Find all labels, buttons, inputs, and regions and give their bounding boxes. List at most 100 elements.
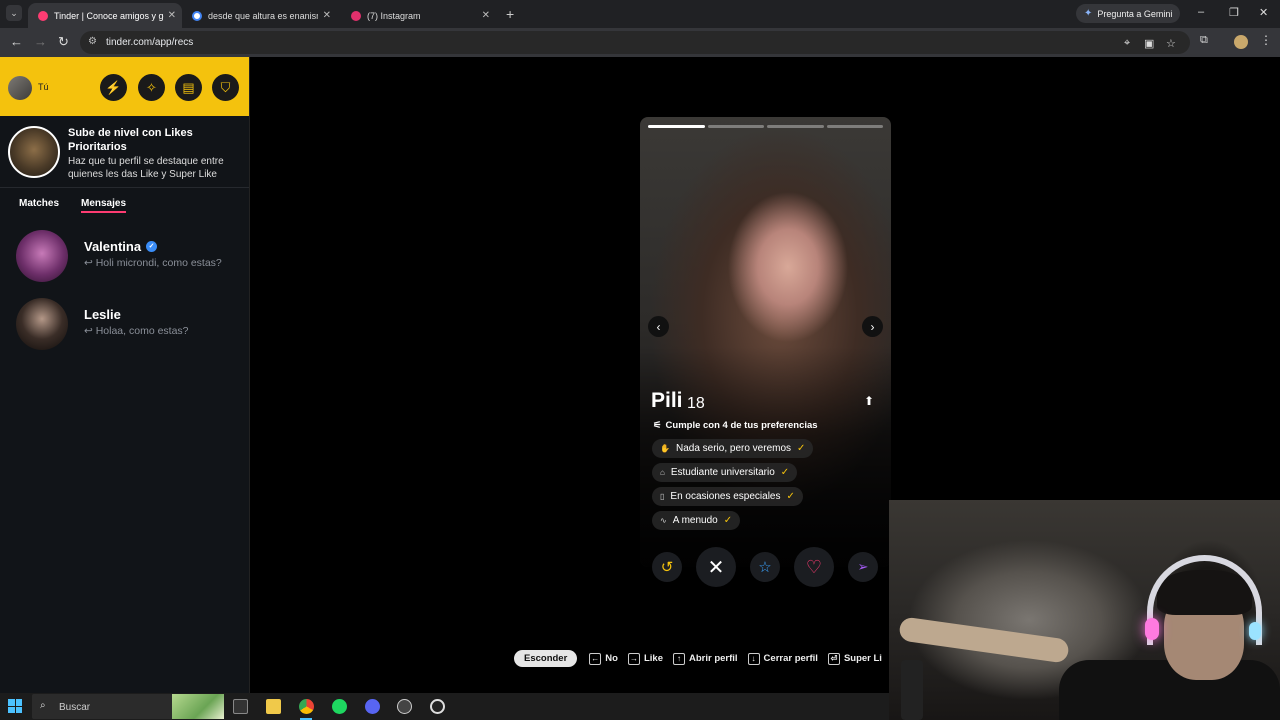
message-name: Leslie [84, 307, 121, 322]
chip-education: ⌂ Estudiante universitario ✓ [652, 463, 798, 482]
hint-nope: ← No [589, 652, 618, 665]
promo-title: Sube de nivel con Likes Prioritarios [68, 127, 193, 153]
spotify-icon[interactable] [332, 699, 347, 714]
photo-bar[interactable] [826, 125, 883, 128]
taskbar: ⌕ Buscar [0, 693, 889, 720]
browser-toolbar: ← → ↻ ⚙ tinder.com/app/recs ⌖ ▣ ☆ ⧉ ⋮ [0, 28, 1280, 57]
tab-title: desde que altura es enanismo [208, 10, 318, 21]
glass-icon: ▯ [660, 492, 665, 501]
check-icon: ✓ [723, 515, 733, 526]
site-info-icon[interactable]: ⚙ [88, 36, 97, 47]
gemini-button[interactable]: ✦ Pregunta a Gemini [1076, 4, 1181, 23]
promo-text: Haz que tu perfil se destaque entre quie… [68, 156, 224, 180]
enter-key-icon: ⏎ [827, 652, 840, 665]
arm-shape [898, 616, 1070, 664]
tab-search-button[interactable]: ⌄ [6, 5, 22, 21]
compass-icon[interactable]: ✧ [138, 74, 165, 101]
close-window-icon[interactable]: ✕ [1259, 6, 1268, 19]
message-name: Valentina ✓ [84, 239, 158, 254]
sliders-icon: ⚟ [653, 420, 662, 431]
chip-label: Estudiante universitario [670, 467, 775, 478]
check-icon: ✓ [797, 443, 806, 454]
message-preview: ↩ Holi microndi, como estas? [84, 257, 222, 269]
hint-label: No [605, 653, 618, 664]
bookmark-star-icon[interactable]: ☆ [1166, 37, 1176, 50]
rewind-icon[interactable]: ↺ [652, 552, 682, 582]
like-icon[interactable]: ♡ [794, 547, 834, 587]
instagram-favicon-icon [351, 10, 361, 21]
headset-light-left [1145, 618, 1159, 640]
hint-label: Like [643, 653, 663, 664]
photo-bar[interactable] [707, 125, 764, 128]
browser-menu-icon[interactable]: ⋮ [1260, 33, 1272, 47]
tab-matches[interactable]: Matches [19, 198, 59, 209]
browser-profile-avatar[interactable] [1234, 35, 1248, 49]
chip-label: Nada serio, pero veremos [675, 443, 792, 454]
discord-icon[interactable] [365, 699, 380, 714]
tab-tinder[interactable]: Tinder | Conoce amigos y gente ✕ [28, 3, 182, 28]
message-item-valentina[interactable]: Valentina ✓ ↩ Holi microndi, como estas? [0, 224, 249, 288]
minimize-icon[interactable]: – [1198, 6, 1204, 18]
my-profile-label[interactable]: Tú [38, 82, 49, 92]
new-tab-icon[interactable]: + [506, 6, 514, 22]
my-avatar[interactable] [8, 76, 32, 100]
graduation-cap-icon: ⌂ [660, 468, 665, 477]
super-like-icon[interactable]: ☆ [750, 552, 780, 582]
tab-messages[interactable]: Mensajes [81, 198, 127, 213]
tab-instagram[interactable]: (7) Instagram ✕ [341, 3, 496, 28]
task-view-icon[interactable] [233, 699, 248, 714]
url-text: tinder.com/app/recs [106, 37, 194, 48]
photo-bar[interactable] [648, 125, 705, 128]
forward-icon[interactable]: → [34, 34, 47, 49]
shield-icon[interactable]: ⛉ [212, 74, 239, 101]
bolt-icon[interactable]: ⚡ [100, 74, 127, 101]
restore-icon[interactable]: ❐ [1229, 6, 1239, 19]
boost-icon[interactable]: ➢ [848, 552, 878, 582]
install-app-icon[interactable]: ▣ [1144, 37, 1154, 50]
arrow-left-key-icon: ← [589, 652, 602, 665]
close-tab-icon[interactable]: ✕ [482, 10, 490, 21]
hint-label: Cerrar perfil [763, 653, 818, 664]
hide-hints-button[interactable]: Esconder [514, 650, 578, 667]
extensions-icon[interactable]: ⧉ [1200, 34, 1208, 47]
tab-search-result[interactable]: desde que altura es enanismo ✕ [182, 3, 337, 28]
briefcase-icon[interactable]: ▤ [175, 74, 202, 101]
profile-card[interactable]: ‹ › Pili 18 ⬆ ⚟ Cumple con 4 de tus pref… [640, 117, 891, 567]
hint-label: Abrir perfil [688, 653, 738, 664]
priority-likes-promo[interactable]: Sube de nivel con Likes Prioritarios Haz… [0, 116, 249, 188]
check-icon: ✓ [780, 467, 790, 478]
contact-name: Valentina [84, 239, 142, 254]
chrome-icon[interactable] [299, 699, 314, 714]
reload-icon[interactable]: ↻ [58, 34, 69, 50]
photo-bar[interactable] [767, 125, 824, 128]
tab-title: (7) Instagram [367, 10, 421, 21]
tab-title: Tinder | Conoce amigos y gente [54, 10, 164, 21]
bottle-shape [901, 660, 923, 720]
obs-icon[interactable] [397, 699, 412, 714]
message-preview: ↩ Holaa, como estas? [84, 325, 189, 337]
close-tab-icon[interactable]: ✕ [168, 10, 176, 21]
contact-name: Leslie [84, 307, 121, 322]
open-profile-icon[interactable]: ⬆ [864, 394, 874, 408]
previous-photo-icon[interactable]: ‹ [648, 316, 669, 337]
chip-smoking: ∿ A menudo ✓ [652, 511, 741, 530]
message-item-leslie[interactable]: Leslie ↩ Holaa, como estas? [0, 292, 249, 356]
hint-super-like: ⏎ Super Li [827, 652, 882, 665]
chip-label: A menudo [672, 515, 718, 526]
sidebar-tabs: Matches Mensajes [0, 198, 249, 218]
close-tab-icon[interactable]: ✕ [323, 10, 331, 21]
address-bar[interactable]: ⚙ tinder.com/app/recs ⌖ ▣ ☆ [80, 31, 1190, 54]
media-player-icon[interactable] [430, 699, 445, 714]
nope-icon[interactable]: ✕ [696, 547, 736, 587]
arrow-up-key-icon: ↑ [672, 652, 685, 665]
file-explorer-icon[interactable] [266, 699, 281, 714]
location-icon[interactable]: ⌖ [1124, 37, 1130, 50]
check-icon: ✓ [786, 491, 795, 502]
profile-name: Pili [651, 389, 683, 412]
windows-start-icon[interactable] [8, 699, 22, 713]
back-icon[interactable]: ← [10, 34, 23, 49]
webcam-overlay [889, 500, 1280, 720]
swipe-actions: ↺ ✕ ☆ ♡ ➢ [640, 546, 891, 588]
taskbar-search[interactable]: ⌕ Buscar [32, 694, 224, 719]
next-photo-icon[interactable]: › [862, 316, 883, 337]
